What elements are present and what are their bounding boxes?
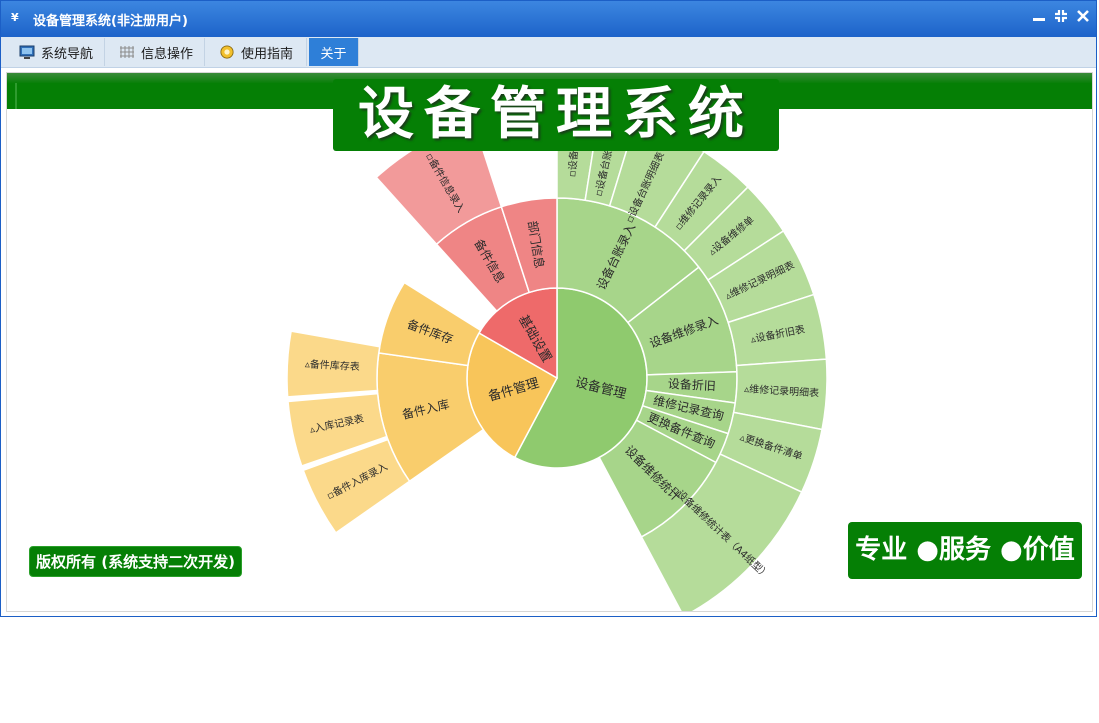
title-bar[interactable]: ¥ 设备管理系统(非注册用户)	[1, 1, 1096, 37]
tab-label: 信息操作	[141, 46, 194, 62]
tab-label: 关于	[320, 46, 347, 62]
grid-icon	[120, 46, 134, 58]
main-content-panel: 设备管理 备件管理 基础设置 设备台账录入 设备维修录入 设备折旧 维修记录查询 更换备件查询…	[6, 72, 1093, 612]
minimize-icon	[1033, 18, 1045, 21]
restore-icon	[1055, 10, 1067, 22]
tab-label: 使用指南	[241, 46, 294, 62]
window-title: 设备管理系统(非注册用户)	[33, 14, 188, 29]
menu-tab-bar: 系统导航 信息操作 使用指南 关于	[1, 37, 1096, 68]
close-icon	[1077, 10, 1089, 22]
app-logo-icon: ¥	[11, 11, 19, 24]
tab-system-navigation[interactable]: 系统导航	[7, 38, 105, 66]
monitor-icon	[19, 45, 35, 59]
tab-about[interactable]: 关于	[309, 38, 359, 66]
tab-user-guide[interactable]: 使用指南	[207, 38, 307, 66]
tab-info-operation[interactable]: 信息操作	[107, 38, 205, 66]
slogan-badge: 专业 ●服务 ●价值	[848, 522, 1082, 579]
help-icon	[220, 45, 234, 59]
restore-button[interactable]	[1053, 9, 1069, 25]
close-button[interactable]	[1075, 9, 1091, 25]
sunburst-label: 设备折旧	[667, 376, 716, 393]
minimize-button[interactable]	[1031, 9, 1047, 25]
app-window: ¥ 设备管理系统(非注册用户) 系统导航 信息操作 使用指南 关于 设备管理 备…	[0, 0, 1097, 617]
tab-label: 系统导航	[41, 46, 94, 62]
system-banner-title: 设备管理系统	[333, 79, 779, 151]
copyright-badge: 版权所有 (系统支持二次开发)	[29, 546, 242, 577]
